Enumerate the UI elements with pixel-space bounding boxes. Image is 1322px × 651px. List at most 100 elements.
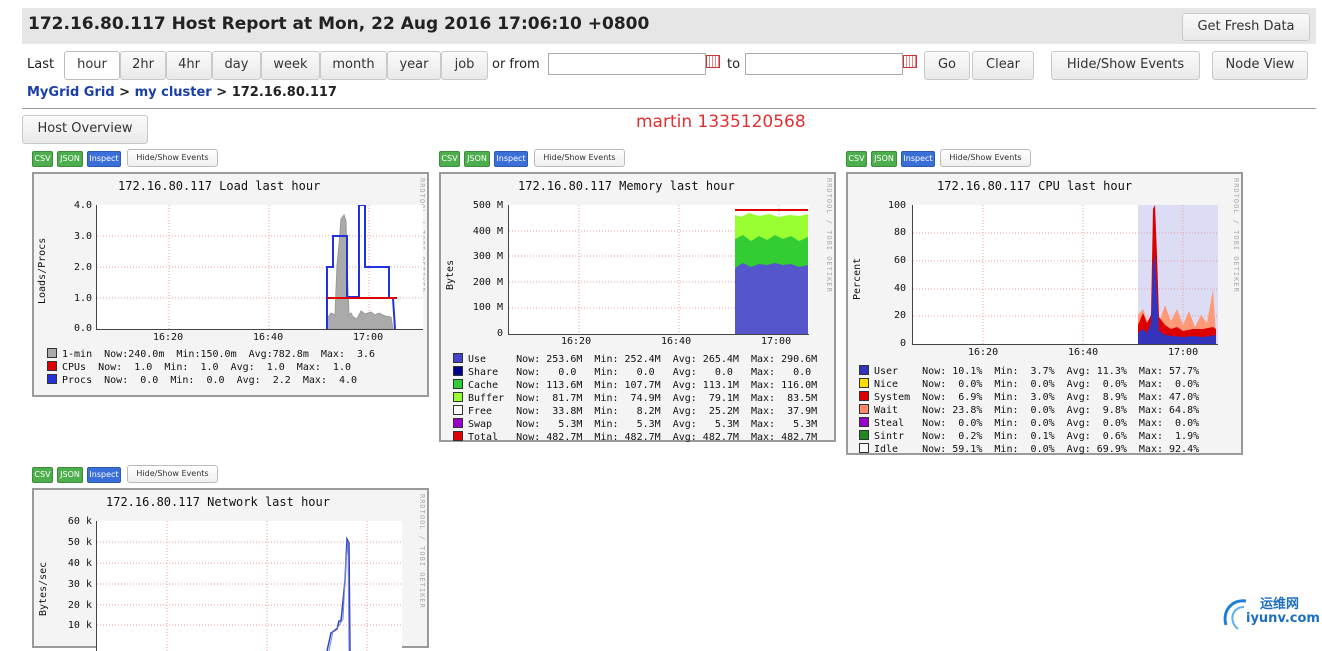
breadcrumb-separator: > — [211, 85, 232, 100]
iyunv-logo: 运维网 iyunv.com — [1218, 591, 1320, 631]
y-tick: 400 M — [472, 226, 503, 237]
legend-row: User Now: 10.1% Min: 3.7% Avg: 11.3% Max… — [859, 365, 1199, 378]
legend-text: Use Now: 253.6M Min: 252.4M Avg: 265.4M … — [468, 354, 818, 365]
go-button[interactable]: Go — [924, 51, 970, 80]
graph-title: 172.16.80.117 Memory last hour — [518, 179, 735, 193]
cpu-graph[interactable]: 172.16.80.117 CPU last hour Percent RRDT… — [846, 172, 1243, 455]
annotation-text: martin 1335120568 — [636, 112, 806, 132]
from-calendar-icon[interactable] — [706, 55, 720, 68]
clear-button[interactable]: Clear — [972, 51, 1034, 80]
legend-row: Buffer Now: 81.7M Min: 74.9M Avg: 79.1M … — [453, 392, 817, 405]
y-tick: 2.0 — [73, 262, 92, 273]
legend-row: Swap Now: 5.3M Min: 5.3M Avg: 5.3M Max: … — [453, 418, 817, 431]
csv-button[interactable]: CSV — [439, 151, 460, 167]
y-tick: 20 k — [67, 600, 92, 611]
legend-row: System Now: 6.9% Min: 3.0% Avg: 8.9% Max… — [859, 391, 1199, 404]
y-tick: 300 M — [472, 251, 503, 262]
json-button[interactable]: JSON — [871, 151, 897, 167]
y-tick: 500 M — [472, 200, 503, 211]
from-date-input[interactable] — [548, 53, 706, 75]
range-option-2hr[interactable]: 2hr — [120, 51, 166, 80]
graph-hide-show-events-button[interactable]: Hide/Show Events — [127, 149, 218, 167]
load-graph[interactable]: 172.16.80.117 Load last hour Loads/Procs… — [32, 172, 429, 397]
y-axis-label: Bytes/sec — [38, 561, 49, 616]
x-tick: 16:40 — [253, 332, 284, 343]
use-area — [735, 263, 808, 334]
legend-text: Swap Now: 5.3M Min: 5.3M Avg: 5.3M Max: … — [468, 419, 818, 430]
legend-text: User Now: 10.1% Min: 3.7% Avg: 11.3% Max… — [874, 366, 1200, 377]
legend-row: Use Now: 253.6M Min: 252.4M Avg: 265.4M … — [453, 353, 817, 366]
range-option-hour[interactable]: hour — [64, 51, 120, 80]
y-axis-label: Percent — [852, 257, 863, 300]
rrdtool-watermark: RRDTOOL / TOBI OETIKER — [1232, 178, 1240, 293]
range-option-4hr[interactable]: 4hr — [166, 51, 212, 80]
y-tick: 20 — [893, 310, 906, 321]
hide-show-events-button[interactable]: Hide/Show Events — [1051, 51, 1200, 80]
graph-title: 172.16.80.117 Network last hour — [106, 495, 330, 509]
host-overview-button[interactable]: Host Overview — [22, 115, 148, 144]
legend-text: Cache Now: 113.6M Min: 107.7M Avg: 113.1… — [468, 380, 818, 391]
range-option-year[interactable]: year — [387, 51, 441, 80]
breadcrumb-host: 172.16.80.117 — [231, 85, 337, 100]
legend-text: Nice Now: 0.0% Min: 0.0% Avg: 0.0% Max: … — [874, 379, 1200, 390]
legend-swatch — [453, 379, 463, 389]
inspect-button[interactable]: Inspect — [87, 151, 121, 167]
breadcrumb-grid-link[interactable]: MyGrid Grid — [27, 85, 115, 100]
memory-chart-svg — [509, 205, 809, 334]
to-label: to — [727, 57, 741, 72]
graph-title: 172.16.80.117 CPU last hour — [937, 179, 1133, 193]
cpu-chart-svg — [913, 205, 1218, 344]
legend-text: Steal Now: 0.0% Min: 0.0% Avg: 0.0% Max:… — [874, 418, 1200, 429]
graph-hide-show-events-button[interactable]: Hide/Show Events — [534, 149, 625, 167]
get-fresh-data-button[interactable]: Get Fresh Data — [1182, 13, 1310, 41]
range-option-month[interactable]: month — [320, 51, 387, 80]
legend-swatch — [859, 404, 869, 414]
legend-row: Share Now: 0.0 Min: 0.0 Avg: 0.0 Max: 0.… — [453, 366, 817, 379]
x-tick: 17:00 — [761, 336, 792, 347]
y-tick: 0 — [899, 338, 906, 349]
legend-swatch — [453, 366, 463, 376]
legend-text: Total Now: 482.7M Min: 482.7M Avg: 482.7… — [468, 432, 818, 443]
range-option-day[interactable]: day — [212, 51, 261, 80]
legend-text: Idle Now: 59.1% Min: 0.0% Avg: 69.9% Max… — [874, 444, 1200, 455]
json-button[interactable]: JSON — [464, 151, 490, 167]
inspect-button[interactable]: Inspect — [494, 151, 528, 167]
range-option-job[interactable]: job — [441, 51, 488, 80]
network-graph[interactable]: 172.16.80.117 Network last hour Bytes/se… — [32, 488, 429, 651]
range-option-week[interactable]: week — [261, 51, 320, 80]
graph-hide-show-events-button[interactable]: Hide/Show Events — [940, 149, 1031, 167]
network-out-line — [328, 540, 350, 651]
csv-button[interactable]: CSV — [32, 151, 53, 167]
rrdtool-watermark: RRDTOOL / TOBI OETIKER — [825, 178, 833, 293]
legend-swatch — [453, 392, 463, 402]
legend-swatch — [453, 353, 463, 363]
node-view-button[interactable]: Node View — [1212, 51, 1308, 80]
graph-hide-show-events-button[interactable]: Hide/Show Events — [127, 465, 218, 483]
y-tick: 10 k — [67, 620, 92, 631]
csv-button[interactable]: CSV — [32, 467, 53, 483]
legend-text: Sintr Now: 0.2% Min: 0.1% Avg: 0.6% Max:… — [874, 431, 1200, 442]
y-axis-label: Bytes — [445, 259, 456, 290]
rrdtool-watermark: RRDTOOL / TOBI OETIKER — [418, 494, 426, 609]
inspect-button[interactable]: Inspect — [87, 467, 121, 483]
x-tick: 16:20 — [153, 332, 184, 343]
y-tick: 200 M — [472, 277, 503, 288]
legend-row: Cache Now: 113.6M Min: 107.7M Avg: 113.1… — [453, 379, 817, 392]
last-label: Last — [27, 57, 55, 72]
x-tick: 17:00 — [353, 332, 384, 343]
json-button[interactable]: JSON — [57, 151, 83, 167]
y-tick: 3.0 — [73, 231, 92, 242]
y-tick: 4.0 — [73, 200, 92, 211]
csv-button[interactable]: CSV — [846, 151, 867, 167]
logo-text-cn: 运维网 — [1260, 597, 1300, 612]
memory-graph[interactable]: 172.16.80.117 Memory last hour Bytes RRD… — [439, 172, 836, 444]
json-button[interactable]: JSON — [57, 467, 83, 483]
legend-swatch — [47, 361, 57, 371]
breadcrumb-cluster-link[interactable]: my cluster — [135, 85, 212, 100]
to-calendar-icon[interactable] — [903, 55, 917, 68]
to-date-input[interactable] — [745, 53, 903, 75]
x-tick: 16:40 — [661, 336, 692, 347]
legend: Use Now: 253.6M Min: 252.4M Avg: 265.4M … — [453, 353, 817, 444]
inspect-button[interactable]: Inspect — [901, 151, 935, 167]
divider — [22, 108, 1316, 109]
